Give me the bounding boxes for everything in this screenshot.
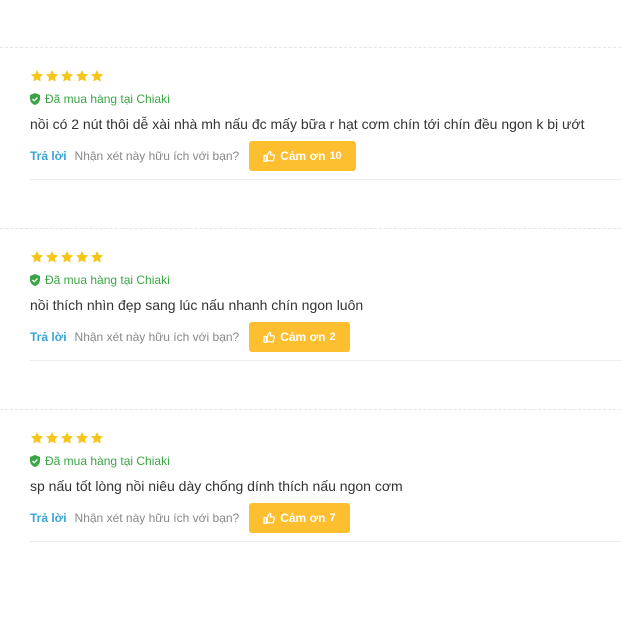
shield-check-icon [30, 274, 40, 286]
review-separator [0, 47, 621, 48]
shield-check-icon [30, 93, 40, 105]
star-rating [30, 68, 621, 84]
verified-label: Đã mua hàng tại Chiaki [45, 454, 170, 468]
star-icon [90, 69, 104, 83]
thumbs-up-icon [263, 331, 276, 344]
star-icon [45, 431, 59, 445]
review-actions: Trả lời Nhận xét này hữu ích với bạn? Cả… [30, 141, 621, 180]
review-content: nồi thích nhìn đẹp sang lúc nấu nhanh ch… [30, 297, 364, 313]
star-icon [75, 250, 89, 264]
star-icon [90, 431, 104, 445]
star-icon [75, 431, 89, 445]
verified-purchase: Đã mua hàng tại Chiaki [30, 273, 621, 287]
review-item: Đã mua hàng tại Chiaki nồi thích nhìn đẹ… [30, 249, 621, 361]
star-icon [60, 250, 74, 264]
thanks-label: Cảm ơn [280, 330, 326, 344]
thanks-label: Cảm ơn [280, 149, 326, 163]
thanks-button[interactable]: Cảm ơn 7 [249, 503, 350, 533]
star-icon [75, 69, 89, 83]
reply-link[interactable]: Trả lời [30, 511, 67, 525]
star-icon [30, 250, 44, 264]
helpful-question: Nhận xét này hữu ích với bạn? [74, 149, 240, 163]
review-content: nồi có 2 nút thôi dễ xài nhà mh nấu đc m… [30, 116, 585, 132]
verified-label: Đã mua hàng tại Chiaki [45, 273, 170, 287]
star-icon [30, 69, 44, 83]
review-separator [0, 228, 621, 229]
star-icon [90, 250, 104, 264]
thumbs-up-icon [263, 512, 276, 525]
shield-check-icon [30, 455, 40, 467]
thanks-button[interactable]: Cảm ơn 10 [249, 141, 356, 171]
review-actions: Trả lời Nhận xét này hữu ích với bạn? Cả… [30, 503, 621, 542]
thumbs-up-icon [263, 150, 276, 163]
review-separator [0, 409, 621, 410]
reply-link[interactable]: Trả lời [30, 149, 67, 163]
review-item: Đã mua hàng tại Chiaki sp nấu tốt lòng n… [30, 430, 621, 542]
thanks-button[interactable]: Cảm ơn 2 [249, 322, 350, 352]
thanks-label: Cảm ơn [280, 511, 326, 525]
verified-purchase: Đã mua hàng tại Chiaki [30, 454, 621, 468]
star-rating [30, 249, 621, 265]
star-rating [30, 430, 621, 446]
helpful-question: Nhận xét này hữu ích với bạn? [74, 330, 240, 344]
helpful-question: Nhận xét này hữu ích với bạn? [74, 511, 240, 525]
review-content: sp nấu tốt lòng nồi niêu dày chống dính … [30, 478, 403, 494]
review-item: Đã mua hàng tại Chiaki nồi có 2 nút thôi… [30, 68, 621, 180]
thanks-count: 2 [329, 331, 336, 343]
reply-link[interactable]: Trả lời [30, 330, 67, 344]
thanks-count: 10 [329, 150, 342, 162]
verified-purchase: Đã mua hàng tại Chiaki [30, 92, 621, 106]
star-icon [60, 431, 74, 445]
star-icon [45, 250, 59, 264]
review-actions: Trả lời Nhận xét này hữu ích với bạn? Cả… [30, 322, 621, 361]
star-icon [60, 69, 74, 83]
star-icon [45, 69, 59, 83]
verified-label: Đã mua hàng tại Chiaki [45, 92, 170, 106]
thanks-count: 7 [329, 512, 336, 524]
star-icon [30, 431, 44, 445]
